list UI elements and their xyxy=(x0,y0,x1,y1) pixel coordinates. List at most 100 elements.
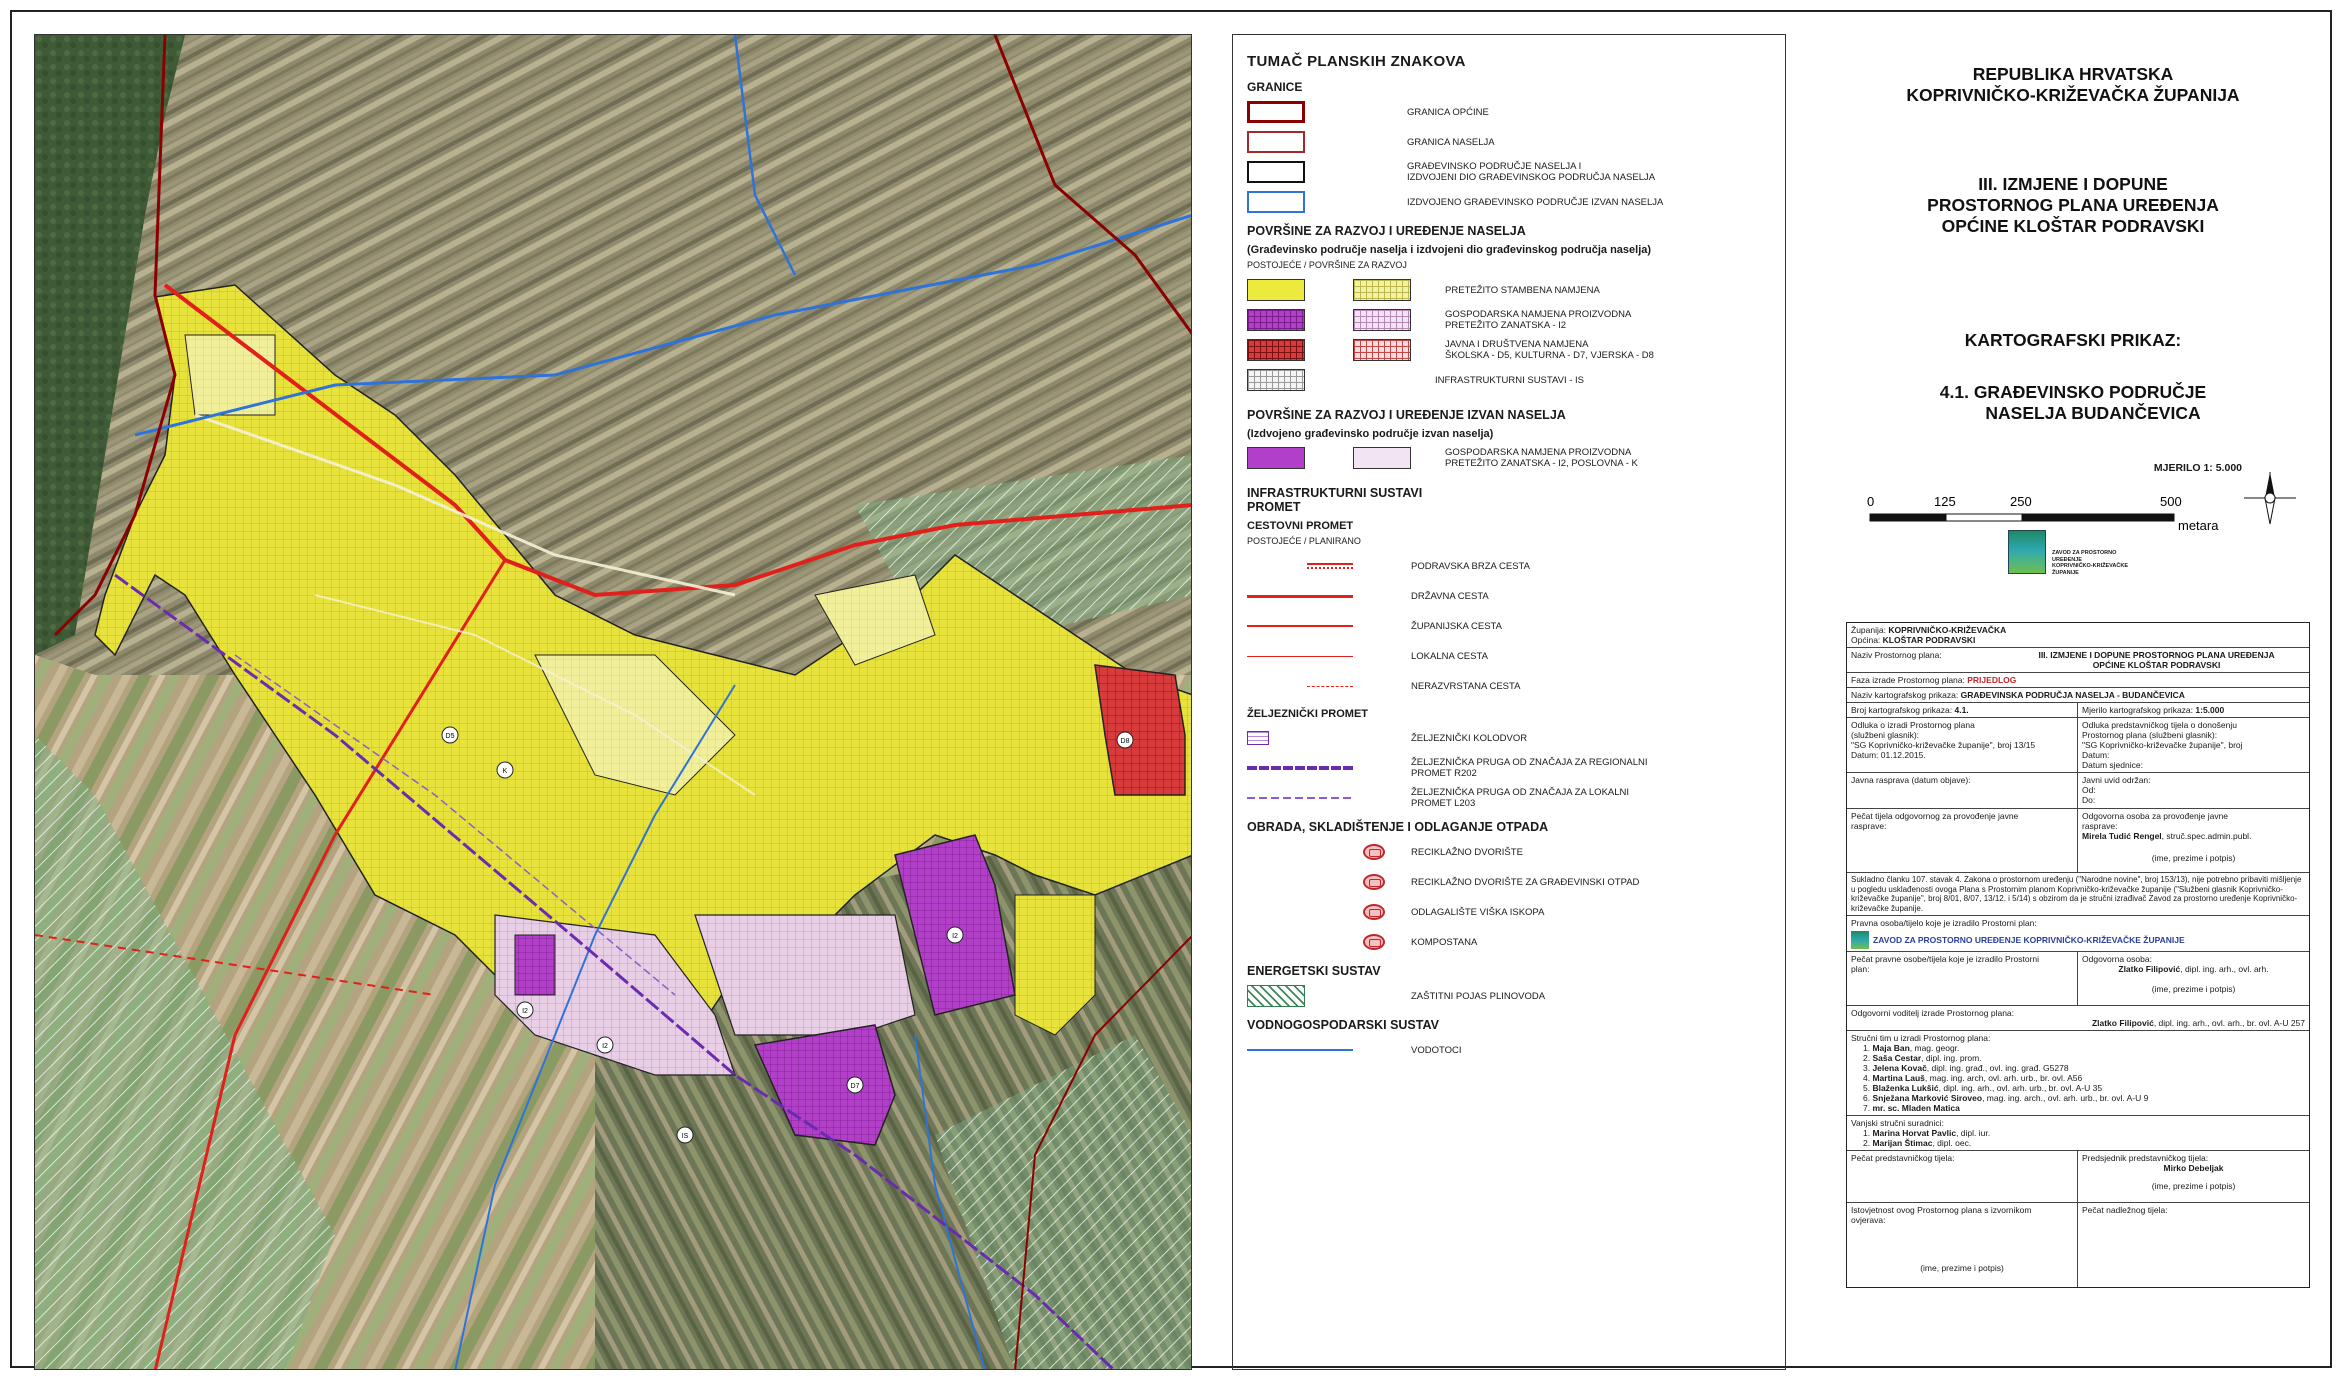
table-row: Naziv Prostornog plana: III. IZMJENE I D… xyxy=(1847,648,2309,673)
residential-existing-symbol xyxy=(1247,279,1305,301)
external-team-list: Vanjski stručni suradnici: 1. Marina Hor… xyxy=(1847,1116,2309,1150)
watercourse-symbol xyxy=(1247,1039,1353,1061)
scale-label: MJERILO 1: 5.000 xyxy=(2153,462,2242,474)
legend-item: KOMPOSTANA xyxy=(1247,930,1771,954)
table-row: Pečat tijela odgovornog za provođenje ja… xyxy=(1847,809,2309,873)
zone-label: D8 xyxy=(1121,738,1130,745)
aerial-map: I2 I2 I2 D5 D8 IS D7 K xyxy=(35,35,1191,1369)
gas-pipeline-belt-symbol xyxy=(1247,985,1305,1007)
map-panel[interactable]: I2 I2 I2 D5 D8 IS D7 K xyxy=(34,34,1192,1370)
table-row: Stručni tim u izradi Prostornog plana: 1… xyxy=(1847,1031,2309,1116)
industrial-existing-symbol xyxy=(1247,309,1305,331)
legend-item: ŽELJEZNIČKA PRUGA OD ZNAČAJA ZA REGIONAL… xyxy=(1247,756,1771,780)
local-road-symbol xyxy=(1247,645,1353,667)
zone-label: K xyxy=(503,768,508,775)
outside-area-boundary-symbol xyxy=(1247,191,1305,213)
table-row: Faza izrade Prostornog plana: PRIJEDLOG xyxy=(1847,673,2309,688)
legend-razvoj-note: POSTOJEĆE / POVRŠINE ZA RAZVOJ xyxy=(1247,260,1407,270)
legend-item: LOKALNA CESTA xyxy=(1247,644,1771,668)
zone-label: I2 xyxy=(522,1008,528,1015)
zone-label: I2 xyxy=(602,1043,608,1050)
legend-item: GRANICA NASELJA xyxy=(1247,130,1771,154)
public-existing-symbol xyxy=(1247,339,1305,361)
legend-water-heading: VODNOGOSPODARSKI SUSTAV xyxy=(1247,1018,1439,1032)
legend-item: GRAĐEVINSKO PODRUČJE NASELJA I IZDVOJENI… xyxy=(1247,160,1771,184)
table-row: Županija: KOPRIVNIČKO-KRIŽEVAČKA Općina:… xyxy=(1847,623,2309,648)
residential-planned-symbol xyxy=(1353,279,1411,301)
table-row: Pravna osoba/tijelo koje je izradilo Pro… xyxy=(1847,916,2309,952)
settlement-boundary-symbol xyxy=(1247,131,1305,153)
table-row: Odluka o izradi Prostornog plana (službe… xyxy=(1847,718,2309,773)
legend-waste-heading: OBRADA, SKLADIŠTENJE I ODLAGANJE OTPADA xyxy=(1247,820,1549,834)
legend-item: PODRAVSKA BRZA CESTA xyxy=(1247,554,1771,578)
legend-razvoj-subheading: (Građevinsko područje naselja i izdvojen… xyxy=(1247,244,1652,256)
industrial-outside-existing-symbol xyxy=(1247,447,1305,469)
fast-road-symbol xyxy=(1247,555,1353,577)
list-item: 2. Marijan Štimac, dipl. oec. xyxy=(1863,1138,1972,1148)
scale-tick: 250 xyxy=(2010,494,2032,509)
municipality-boundary-symbol xyxy=(1247,101,1305,123)
state-road-symbol xyxy=(1247,585,1353,607)
legend-granice-heading: GRANICE xyxy=(1247,80,1303,94)
table-row: Broj kartografskog prikaza: 4.1. Mjerilo… xyxy=(1847,703,2309,718)
legend-rail-heading: ŽELJEZNIČKI PROMET xyxy=(1247,708,1369,720)
map-sheet-title: 4.1. GRAĐEVINSKO PODRUČJE NASELJA BUDANČ… xyxy=(1939,382,2207,423)
scale-tick: 125 xyxy=(1934,494,1956,509)
legend-izvan-subheading: (Izdvojeno građevinsko područje izvan na… xyxy=(1247,428,1494,440)
table-row: Istovjetnost ovog Prostornog plana s izv… xyxy=(1847,1203,2309,1287)
legend-roads-note: POSTOJEĆE / PLANIRANO xyxy=(1247,536,1361,546)
zone-label: IS xyxy=(682,1133,689,1140)
institute-logo-mark xyxy=(2008,530,2046,574)
map-sheet-heading: KARTOGRAFSKI PRIKAZ: xyxy=(1964,330,2182,350)
zone-label: D5 xyxy=(446,733,455,740)
legend-item: PRETEŽITO STAMBENA NAMJENA xyxy=(1247,278,1771,302)
legend-item: ŽUPANIJSKA CESTA xyxy=(1247,614,1771,638)
list-item: 2. Saša Cestar, dipl. ing. prom. xyxy=(1863,1053,1982,1063)
compost-icon xyxy=(1363,934,1385,950)
table-row: Sukladno članku 107. stavak 4. Zakona o … xyxy=(1847,873,2309,916)
zone-label: D7 xyxy=(851,1083,860,1090)
legend-item: ŽELJEZNIČKI KOLODVOR xyxy=(1247,726,1771,750)
legend-item: IZDVOJENO GRAĐEVINSKO PODRUČJE IZVAN NAS… xyxy=(1247,190,1771,214)
list-item: 3. Jelena Kovač, dipl. ing. građ., ovl. … xyxy=(1863,1063,2069,1073)
republic-heading: REPUBLIKA HRVATSKA KOPRIVNIČKO-KRIŽEVAČK… xyxy=(1906,64,2240,105)
expert-team-list: Stručni tim u izradi Prostornog plana: 1… xyxy=(1847,1031,2309,1115)
plan-sheet: I2 I2 I2 D5 D8 IS D7 K TUMAČ PLANSKIH ZNAKOVA G… xyxy=(10,10,2334,1370)
legend-item: NERAZVRSTANA CESTA xyxy=(1247,674,1771,698)
legend-razvoj-heading: POVRŠINE ZA RAZVOJ I UREĐENJE NASELJA xyxy=(1247,224,1526,238)
list-item: 7. mr. sc. Mladen Matica xyxy=(1863,1103,1960,1113)
info-table: Županija: KOPRIVNIČKO-KRIŽEVAČKA Općina:… xyxy=(1846,622,2310,1288)
legend-item: ODLAGALIŠTE VIŠKA ISKOPA xyxy=(1247,900,1771,924)
list-item: 4. Martina Lauš, mag. ing. arch, ovl. ar… xyxy=(1863,1073,2083,1083)
list-item: 1. Marina Horvat Pavlic, dipl. iur. xyxy=(1863,1128,1991,1138)
legend-item: VODOTOCI xyxy=(1247,1038,1771,1062)
list-item: 6. Snježana Marković Siroveo, mag. ing. … xyxy=(1863,1093,2149,1103)
legend-panel: TUMAČ PLANSKIH ZNAKOVA GRANICE GRANICA O… xyxy=(1232,34,1786,1370)
legend-item: ŽELJEZNIČKA PRUGA OD ZNAČAJA ZA LOKALNI … xyxy=(1247,786,1771,810)
plan-title: III. IZMJENE I DOPUNE PROSTORNOG PLANA U… xyxy=(1927,174,2219,236)
unclassified-road-symbol xyxy=(1247,675,1353,697)
table-row: Naziv kartografskog prikaza: GRAĐEVINSKA… xyxy=(1847,688,2309,703)
public-planned-symbol xyxy=(1353,339,1411,361)
legend-item: GOSPODARSKA NAMJENA PROIZVODNA PRETEŽITO… xyxy=(1247,446,1771,470)
institute-logo: ZAVOD ZA PROSTORNO UREĐENJE KOPRIVNIČKO-… xyxy=(2008,530,2158,584)
industrial-outside-planned-symbol xyxy=(1353,447,1411,469)
zone-label: I2 xyxy=(952,933,958,940)
title-block: REPUBLIKA HRVATSKA KOPRIVNIČKO-KRIŽEVAČK… xyxy=(1812,34,2334,1370)
table-row: Pečat pravne osobe/tijela koje je izradi… xyxy=(1847,952,2309,1006)
county-road-symbol xyxy=(1247,615,1353,637)
legend-item: RECIKLAŽNO DVORIŠTE xyxy=(1247,840,1771,864)
legend-title: TUMAČ PLANSKIH ZNAKOVA xyxy=(1247,53,1466,70)
railway-local-symbol xyxy=(1247,787,1353,809)
legend-cestovni-heading: CESTOVNI PROMET xyxy=(1247,520,1354,532)
legend-izvan-heading: POVRŠINE ZA RAZVOJ I UREĐENJE IZVAN NASE… xyxy=(1247,408,1566,422)
legend-item: DRŽAVNA CESTA xyxy=(1247,584,1771,608)
list-item: 5. Blaženka Lukšić, dipl. ing. arh., ovl… xyxy=(1863,1083,2103,1093)
recycling-yard-icon xyxy=(1363,844,1385,860)
scale-tick: 500 xyxy=(2160,494,2182,509)
legend-item: RECIKLAŽNO DVORIŠTE ZA GRAĐEVINSKI OTPAD xyxy=(1247,870,1771,894)
scale-unit: metara xyxy=(2178,518,2219,533)
train-station-symbol xyxy=(1247,727,1353,749)
north-arrow-icon xyxy=(2242,470,2298,526)
legend-item: GRANICA OPĆINE xyxy=(1247,100,1771,124)
